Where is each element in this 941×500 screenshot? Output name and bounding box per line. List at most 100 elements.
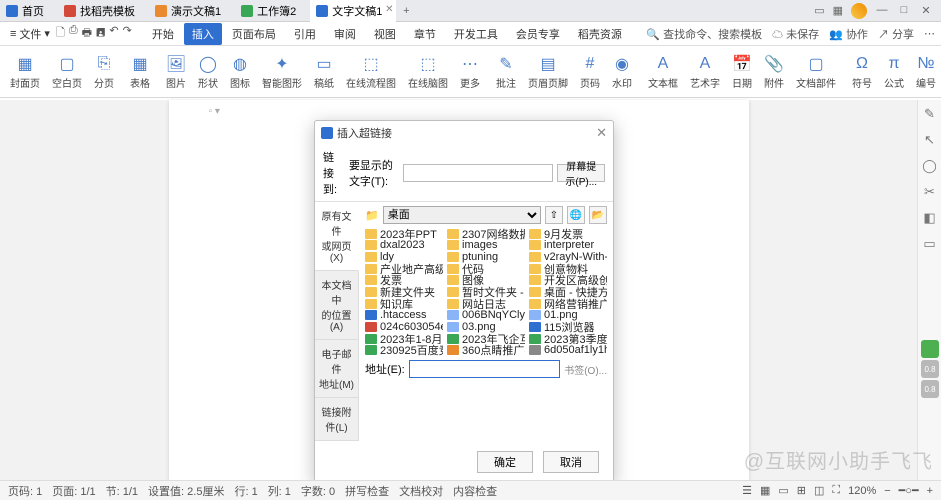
browse-file-button[interactable]: 📂 [589, 206, 607, 224]
ribbon-稿纸[interactable]: ▭稿纸 [308, 48, 340, 96]
file-item[interactable]: 知识库 [365, 298, 443, 310]
search-box[interactable]: 🔍 查找命令、搜索模板 [646, 26, 762, 42]
zoom-value[interactable]: 120% [848, 485, 876, 497]
file-item[interactable]: 桌面 - 快捷方式 [529, 286, 607, 298]
linkto-tab[interactable]: 链接附件(L) [315, 398, 358, 441]
file-item[interactable]: 2023年1-8月... [365, 333, 443, 345]
file-item[interactable]: 03.png [447, 321, 525, 333]
cancel-button[interactable]: 取消 [543, 451, 599, 473]
linkto-tab[interactable]: 原有文件或网页(X) [315, 202, 359, 271]
clip-icon[interactable]: ✂ [924, 184, 935, 200]
minimize-button[interactable]: — [875, 4, 889, 18]
ribbon-编号[interactable]: №编号 [910, 48, 941, 96]
view-icon[interactable]: ▭ [778, 484, 788, 497]
doc-tab[interactable]: 首页 [0, 0, 58, 22]
view-icon[interactable]: ▦ [760, 484, 770, 497]
dialog-close-icon[interactable]: ✕ [596, 125, 607, 141]
ribbon-更多[interactable]: ⋯更多 [454, 48, 486, 96]
ribbon-文档部件[interactable]: ▢文档部件 [790, 48, 842, 96]
ribbon-tab[interactable]: 开始 [144, 23, 182, 45]
ribbon-tab[interactable]: 章节 [406, 23, 444, 45]
display-text-input[interactable] [403, 164, 553, 182]
file-item[interactable]: images [447, 240, 525, 252]
doc-tab[interactable]: 演示文稿1 [149, 0, 235, 22]
qat-button[interactable]: 🖪 [96, 24, 105, 43]
file-item[interactable]: 发票 [365, 275, 443, 287]
more-icon[interactable]: ⋯ [924, 27, 935, 40]
up-folder-button[interactable]: ⇧ [545, 206, 563, 224]
ribbon-形状[interactable]: ◯形状 [192, 48, 224, 96]
zoom-out-icon[interactable]: − [884, 485, 890, 497]
ribbon-tab[interactable]: 审阅 [326, 23, 364, 45]
ribbon-页眉页脚[interactable]: ▤页眉页脚 [522, 48, 574, 96]
grid-icon[interactable]: ▭ [814, 4, 824, 17]
file-item[interactable]: 115浏览器 [529, 321, 607, 333]
tag-icon[interactable]: ◧ [923, 210, 935, 226]
ribbon-表格[interactable]: ▦表格 [124, 48, 156, 96]
unsaved-indicator[interactable]: ☁ 未保存 [772, 26, 819, 42]
qat-button[interactable]: 🗋 [56, 24, 65, 43]
ribbon-tab[interactable]: 引用 [286, 23, 324, 45]
ribbon-图片[interactable]: 🖼图片 [160, 48, 192, 96]
ribbon-tab[interactable]: 开发工具 [446, 23, 506, 45]
cursor-icon[interactable]: ↖ [924, 132, 935, 148]
ribbon-tab[interactable]: 插入 [184, 23, 222, 45]
file-item[interactable]: 01.png [529, 309, 607, 321]
file-item[interactable]: 024c603054e... [365, 321, 443, 333]
ribbon-日期[interactable]: 📅日期 [726, 48, 758, 96]
file-item[interactable]: v2rayN-With-... [529, 251, 607, 263]
ribbon-图标[interactable]: ◍图标 [224, 48, 256, 96]
ribbon-艺术字[interactable]: A艺术字 [684, 48, 726, 96]
file-item[interactable]: 6d050af1ly1hi... [529, 344, 607, 356]
new-tab-button[interactable]: + [396, 5, 416, 17]
ribbon-附件[interactable]: 📎附件 [758, 48, 790, 96]
box-icon[interactable]: ▭ [923, 236, 935, 252]
qat-button[interactable]: ⎙ [69, 24, 78, 43]
path-select[interactable]: 桌面 [383, 206, 541, 224]
avatar[interactable] [851, 3, 867, 19]
tab-close-icon[interactable]: ✕ [384, 5, 394, 15]
doc-tab[interactable]: 工作簿2 [235, 0, 310, 22]
file-item[interactable]: 360点睛推广客... [447, 344, 525, 356]
fit-icon[interactable]: ⛶ [832, 484, 840, 497]
file-item[interactable]: 2023第3季度... [529, 333, 607, 345]
file-item[interactable]: .htaccess [365, 309, 443, 321]
shape-icon[interactable]: ◯ [922, 158, 937, 174]
zoom-slider[interactable]: ━○━ [899, 484, 919, 497]
ribbon-文本框[interactable]: A文本框 [642, 48, 684, 96]
file-item[interactable]: 暂时文件夹 - 快... [447, 286, 525, 298]
file-item[interactable]: ldy [365, 251, 443, 263]
file-item[interactable]: ptuning [447, 251, 525, 263]
file-item[interactable]: 网络营销推广... [529, 298, 607, 310]
file-item[interactable]: 新建文件夹 [365, 286, 443, 298]
ok-button[interactable]: 确定 [477, 451, 533, 473]
screen-tip-button[interactable]: 屏幕提示(P)... [557, 164, 605, 182]
ribbon-分页[interactable]: ⎘分页 [88, 48, 120, 96]
file-item[interactable]: interpreter [529, 240, 607, 252]
file-menu[interactable]: ≡ 文件 ▾ [6, 24, 54, 44]
pencil-icon[interactable]: ✎ [924, 106, 935, 122]
bookmark-button[interactable]: 书签(O)... [564, 362, 607, 377]
maximize-button[interactable]: □ [897, 4, 911, 18]
file-item[interactable]: 产业地产高级... [365, 263, 443, 275]
qat-button[interactable]: ↶ [109, 24, 118, 43]
coop-button[interactable]: 👥 协作 [829, 26, 868, 42]
file-item[interactable]: 006BNqYCly1... [447, 309, 525, 321]
file-item[interactable]: 9月发票 [529, 228, 607, 240]
ribbon-空白页[interactable]: ▢空白页 [46, 48, 88, 96]
ribbon-封面页[interactable]: ▦封面页 [4, 48, 46, 96]
ribbon-在线脑图[interactable]: ⬚在线脑图 [402, 48, 454, 96]
file-item[interactable]: 代码 [447, 263, 525, 275]
address-input[interactable] [409, 360, 560, 378]
ribbon-智能图形[interactable]: ✦智能图形 [256, 48, 308, 96]
ribbon-在线流程图[interactable]: ⬚在线流程图 [340, 48, 402, 96]
ribbon-公式[interactable]: π公式 [878, 48, 910, 96]
file-item[interactable]: 2307网络数据 [447, 228, 525, 240]
ribbon-tab[interactable]: 会员专享 [508, 23, 568, 45]
ribbon-tab[interactable]: 稻壳资源 [570, 23, 630, 45]
browse-web-button[interactable]: 🌐 [567, 206, 585, 224]
doc-tab[interactable]: 文字文稿1✕ [310, 0, 396, 22]
file-item[interactable]: 图像 [447, 275, 525, 287]
file-item[interactable]: 2023年飞企互... [447, 333, 525, 345]
qat-button[interactable]: 🖶 [82, 24, 92, 43]
